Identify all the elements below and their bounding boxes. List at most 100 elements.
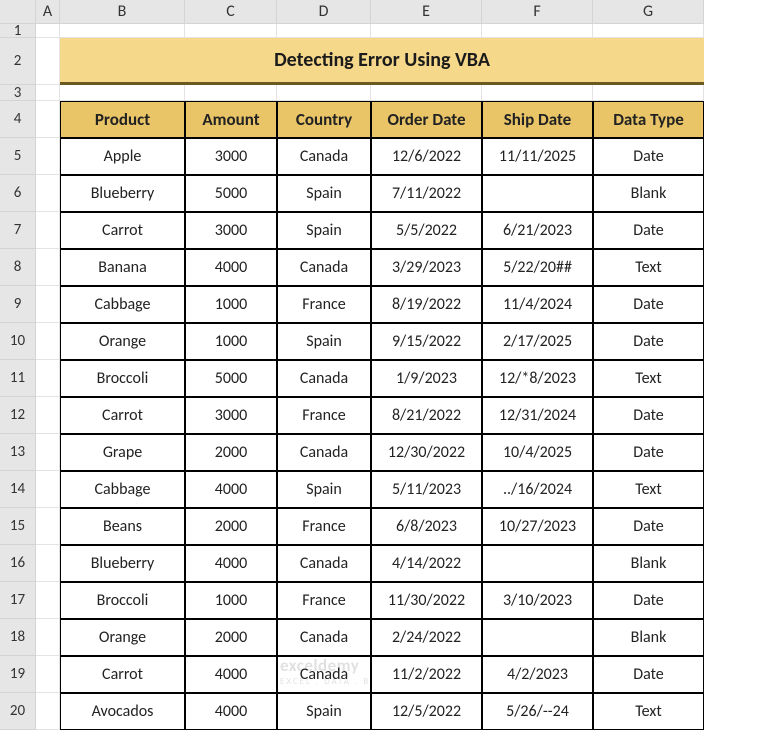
table-cell-order[interactable]: 6/8/2023: [371, 508, 482, 545]
table-cell-country[interactable]: Canada: [277, 656, 371, 693]
table-cell-ship[interactable]: 2/17/2025: [482, 323, 593, 360]
col-header-c[interactable]: C: [185, 0, 277, 24]
table-cell-product[interactable]: Cabbage: [60, 471, 185, 508]
table-cell-ship[interactable]: 6/21/2023: [482, 212, 593, 249]
table-cell-amount[interactable]: 1000: [185, 286, 277, 323]
table-cell-country[interactable]: Canada: [277, 249, 371, 286]
table-cell-country[interactable]: France: [277, 286, 371, 323]
table-cell-product[interactable]: Cabbage: [60, 286, 185, 323]
table-cell-ship[interactable]: 12/*8/2023: [482, 360, 593, 397]
table-cell-product[interactable]: Blueberry: [60, 175, 185, 212]
table-cell-amount[interactable]: 2000: [185, 434, 277, 471]
table-cell-order[interactable]: 1/9/2023: [371, 360, 482, 397]
table-cell-amount[interactable]: 4000: [185, 545, 277, 582]
table-cell-country[interactable]: France: [277, 582, 371, 619]
row-header-1[interactable]: 1: [0, 24, 36, 38]
table-cell-amount[interactable]: 2000: [185, 508, 277, 545]
row-header-4[interactable]: 4: [0, 101, 36, 138]
table-cell-type[interactable]: Text: [593, 471, 704, 508]
table-cell-product[interactable]: Beans: [60, 508, 185, 545]
row-header-3[interactable]: 3: [0, 85, 36, 101]
table-cell-country[interactable]: Canada: [277, 619, 371, 656]
table-cell-type[interactable]: Blank: [593, 175, 704, 212]
table-cell-amount[interactable]: 5000: [185, 360, 277, 397]
row-header-17[interactable]: 17: [0, 582, 36, 619]
table-cell-amount[interactable]: 4000: [185, 656, 277, 693]
table-cell-country[interactable]: Canada: [277, 545, 371, 582]
table-cell-product[interactable]: Broccoli: [60, 360, 185, 397]
table-cell-ship[interactable]: 5/22/20##: [482, 249, 593, 286]
row-header-10[interactable]: 10: [0, 323, 36, 360]
table-cell-country[interactable]: Spain: [277, 212, 371, 249]
table-cell-ship[interactable]: 4/2/2023: [482, 656, 593, 693]
col-header-f[interactable]: F: [482, 0, 593, 24]
table-cell-order[interactable]: 11/30/2022: [371, 582, 482, 619]
table-cell-ship[interactable]: 5/26/--24: [482, 693, 593, 730]
table-cell-order[interactable]: 3/29/2023: [371, 249, 482, 286]
select-all-corner[interactable]: [0, 0, 36, 24]
row-header-19[interactable]: 19: [0, 656, 36, 693]
row-header-16[interactable]: 16: [0, 545, 36, 582]
table-cell-product[interactable]: Banana: [60, 249, 185, 286]
row-header-5[interactable]: 5: [0, 138, 36, 175]
table-cell-order[interactable]: 5/11/2023: [371, 471, 482, 508]
table-cell-order[interactable]: 9/15/2022: [371, 323, 482, 360]
table-cell-country[interactable]: Canada: [277, 138, 371, 175]
table-cell-order[interactable]: 12/5/2022: [371, 693, 482, 730]
table-cell-ship[interactable]: ../16/2024: [482, 471, 593, 508]
table-cell-product[interactable]: Carrot: [60, 397, 185, 434]
row-header-11[interactable]: 11: [0, 360, 36, 397]
table-cell-amount[interactable]: 4000: [185, 471, 277, 508]
table-cell-amount[interactable]: 1000: [185, 323, 277, 360]
table-cell-ship[interactable]: 10/27/2023: [482, 508, 593, 545]
table-cell-ship[interactable]: 11/4/2024: [482, 286, 593, 323]
table-cell-country[interactable]: Spain: [277, 471, 371, 508]
row-header-9[interactable]: 9: [0, 286, 36, 323]
table-cell-amount[interactable]: 1000: [185, 582, 277, 619]
table-cell-country[interactable]: Canada: [277, 360, 371, 397]
table-cell-amount[interactable]: 4000: [185, 249, 277, 286]
table-cell-order[interactable]: 11/2/2022: [371, 656, 482, 693]
table-cell-order[interactable]: 4/14/2022: [371, 545, 482, 582]
table-cell-product[interactable]: Orange: [60, 619, 185, 656]
table-cell-amount[interactable]: 3000: [185, 212, 277, 249]
table-cell-product[interactable]: Carrot: [60, 656, 185, 693]
row-header-2[interactable]: 2: [0, 38, 36, 85]
row-header-15[interactable]: 15: [0, 508, 36, 545]
table-cell-type[interactable]: Date: [593, 212, 704, 249]
table-cell-order[interactable]: 2/24/2022: [371, 619, 482, 656]
table-cell-order[interactable]: 8/21/2022: [371, 397, 482, 434]
table-cell-type[interactable]: Date: [593, 397, 704, 434]
row-header-13[interactable]: 13: [0, 434, 36, 471]
table-cell-amount[interactable]: 2000: [185, 619, 277, 656]
table-cell-country[interactable]: France: [277, 397, 371, 434]
col-header-a[interactable]: A: [36, 0, 60, 24]
table-cell-country[interactable]: Spain: [277, 693, 371, 730]
col-header-d[interactable]: D: [277, 0, 371, 24]
table-cell-order[interactable]: 12/6/2022: [371, 138, 482, 175]
table-cell-type[interactable]: Date: [593, 434, 704, 471]
row-header-14[interactable]: 14: [0, 471, 36, 508]
table-cell-ship[interactable]: 10/4/2025: [482, 434, 593, 471]
table-cell-type[interactable]: Date: [593, 508, 704, 545]
table-cell-product[interactable]: Grape: [60, 434, 185, 471]
table-cell-order[interactable]: 8/19/2022: [371, 286, 482, 323]
table-cell-type[interactable]: Date: [593, 656, 704, 693]
table-cell-country[interactable]: Spain: [277, 323, 371, 360]
table-cell-type[interactable]: Blank: [593, 545, 704, 582]
table-cell-ship[interactable]: [482, 175, 593, 212]
table-cell-country[interactable]: Spain: [277, 175, 371, 212]
table-cell-order[interactable]: 7/11/2022: [371, 175, 482, 212]
table-cell-country[interactable]: France: [277, 508, 371, 545]
col-header-e[interactable]: E: [371, 0, 482, 24]
table-cell-type[interactable]: Date: [593, 286, 704, 323]
table-cell-type[interactable]: Date: [593, 582, 704, 619]
table-cell-order[interactable]: 5/5/2022: [371, 212, 482, 249]
col-header-b[interactable]: B: [60, 0, 185, 24]
table-cell-type[interactable]: Date: [593, 323, 704, 360]
table-cell-country[interactable]: Canada: [277, 434, 371, 471]
table-cell-amount[interactable]: 5000: [185, 175, 277, 212]
table-cell-type[interactable]: Text: [593, 693, 704, 730]
table-cell-type[interactable]: Date: [593, 138, 704, 175]
row-header-12[interactable]: 12: [0, 397, 36, 434]
